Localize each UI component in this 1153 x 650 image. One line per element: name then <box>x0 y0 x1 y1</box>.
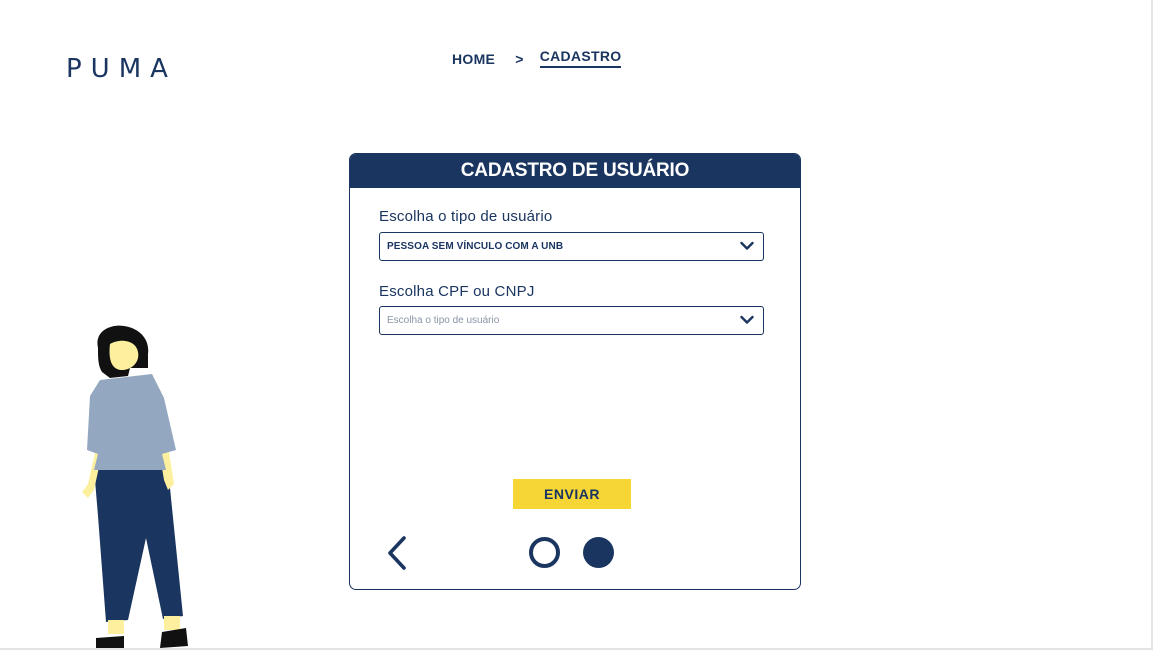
document-type-select[interactable]: Escolha o tipo de usuário <box>379 306 764 335</box>
chevron-left-icon[interactable] <box>384 535 410 571</box>
brand-logo[interactable]: PUMA <box>66 54 177 84</box>
submit-button[interactable]: ENVIAR <box>513 479 631 509</box>
chevron-down-icon <box>740 241 754 250</box>
breadcrumb: HOME > CADASTRO <box>452 48 622 68</box>
step-indicator-1[interactable] <box>529 537 560 568</box>
user-type-value: PESSOA SEM VÍNCULO COM A UNB <box>387 241 564 252</box>
user-type-select[interactable]: PESSOA SEM VÍNCULO COM A UNB <box>379 232 764 261</box>
document-type-placeholder: Escolha o tipo de usuário <box>387 315 500 326</box>
user-type-label: Escolha o tipo de usuário <box>379 208 553 225</box>
breadcrumb-current: CADASTRO <box>539 48 622 68</box>
registration-card: CADASTRO DE USUÁRIO Escolha o tipo de us… <box>349 153 801 590</box>
card-title: CADASTRO DE USUÁRIO <box>350 154 800 188</box>
chevron-down-icon <box>740 315 754 324</box>
document-type-label: Escolha CPF ou CNPJ <box>379 283 535 300</box>
step-indicator-2-active[interactable] <box>583 537 614 568</box>
breadcrumb-separator: > <box>515 51 524 67</box>
breadcrumb-home-link[interactable]: HOME <box>452 51 495 67</box>
person-illustration <box>82 325 188 648</box>
